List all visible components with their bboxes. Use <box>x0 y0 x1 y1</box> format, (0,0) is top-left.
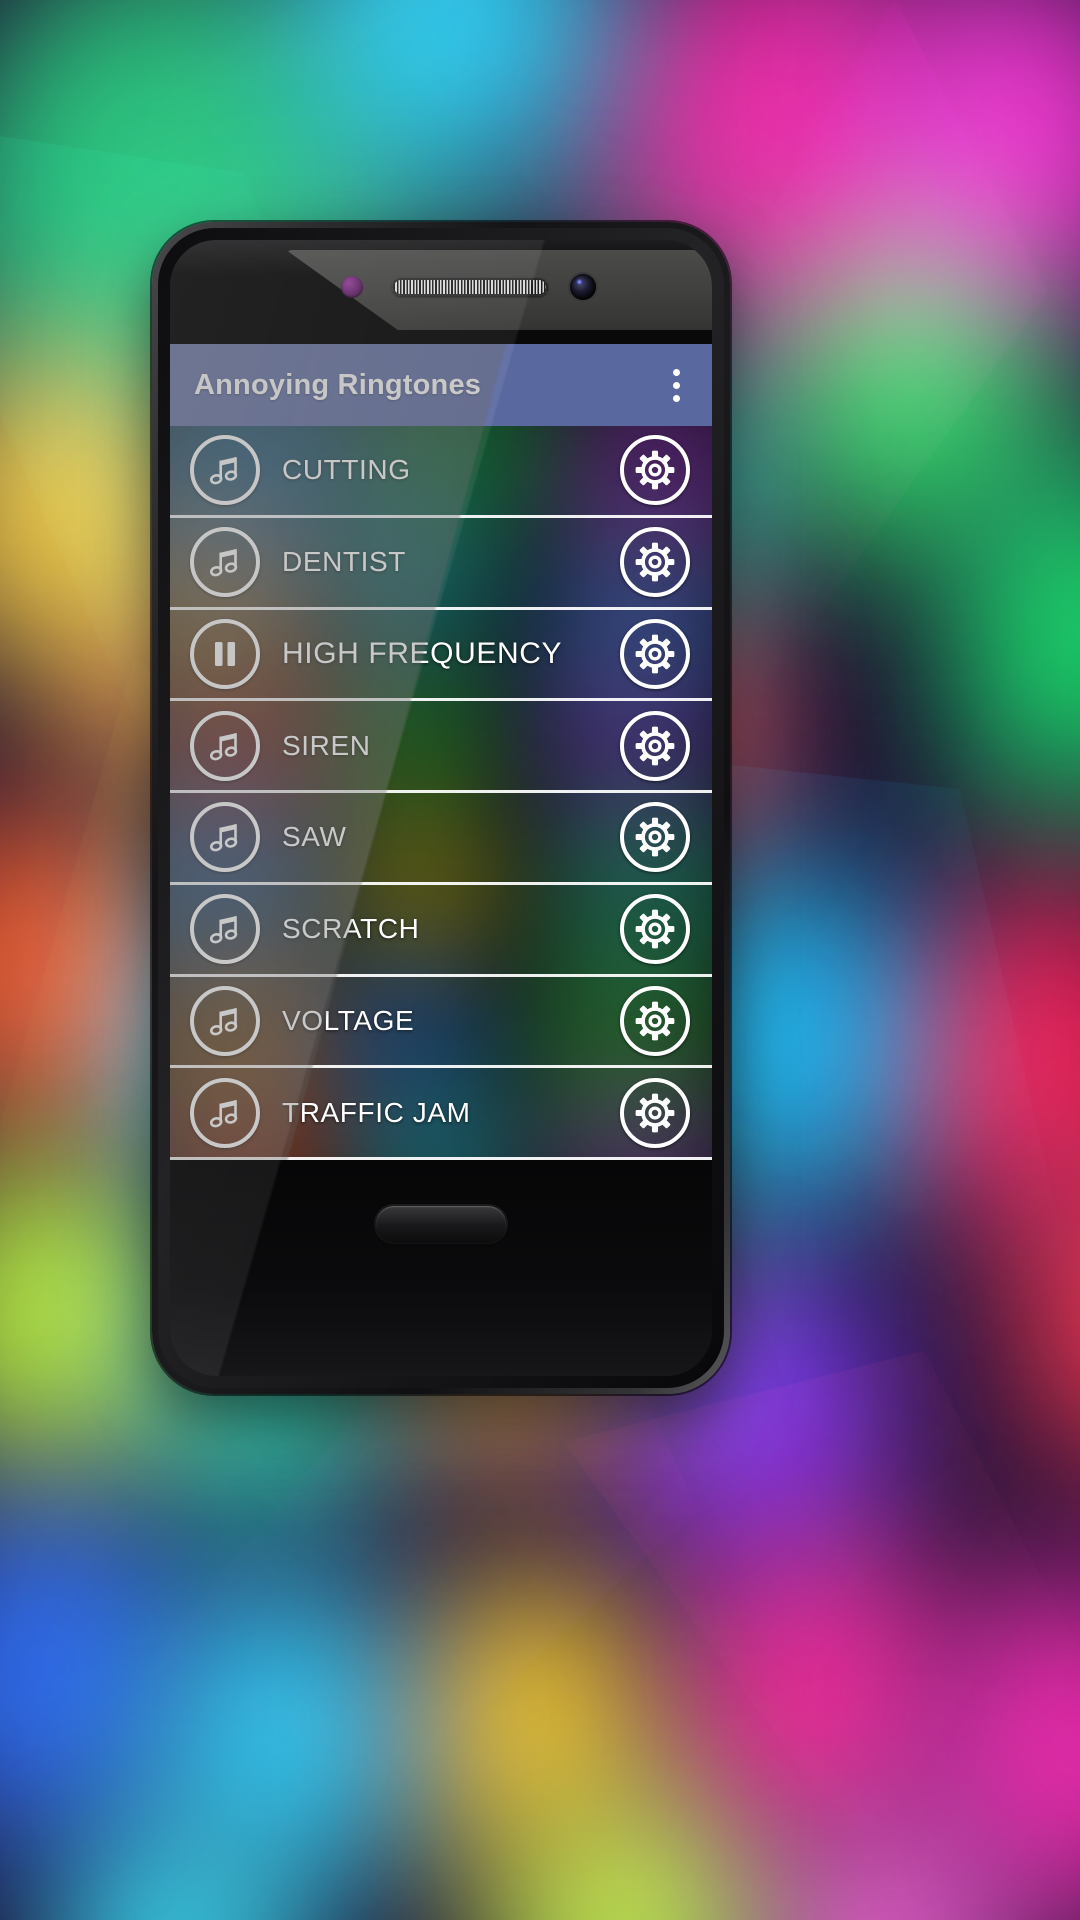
gear-icon[interactable] <box>620 710 690 781</box>
music-note-icon[interactable] <box>190 802 260 873</box>
ringtone-label: HIGH FREQUENCY <box>282 636 563 670</box>
music-note-icon[interactable] <box>190 985 260 1056</box>
home-button[interactable] <box>376 1206 506 1242</box>
gear-icon[interactable] <box>620 618 690 689</box>
app-root: Annoying Ringtones CUTTING DENTIST HIGH FR… <box>170 344 712 1160</box>
app-bar: Annoying Ringtones <box>170 344 712 426</box>
music-note-icon[interactable] <box>190 894 260 965</box>
ringtone-label: VOLTAGE <box>282 1004 415 1036</box>
gear-icon[interactable] <box>620 527 690 598</box>
music-note-icon[interactable] <box>190 710 260 781</box>
phone-top-hardware <box>170 240 712 344</box>
pause-icon[interactable] <box>190 618 260 689</box>
ringtone-label: CUTTING <box>282 454 411 486</box>
gear-icon[interactable] <box>620 1077 690 1148</box>
ringtone-label: SIREN <box>282 729 371 761</box>
ringtone-rows: CUTTING DENTIST HIGH FREQUENCY SIREN SAW SCRA… <box>170 426 712 1160</box>
kebab-dot <box>672 394 680 402</box>
gear-icon[interactable] <box>620 894 690 965</box>
earpiece-speaker-icon <box>392 278 548 296</box>
ringtone-row[interactable]: CUTTING <box>170 426 712 518</box>
phone-mockup: Annoying Ringtones CUTTING DENTIST HIGH FR… <box>152 222 730 1394</box>
ringtone-row[interactable]: VOLTAGE <box>170 977 712 1069</box>
ringtone-row[interactable]: SAW <box>170 793 712 885</box>
gear-icon[interactable] <box>620 435 690 506</box>
ringtone-label: SAW <box>282 821 347 853</box>
phone-bezel: Annoying Ringtones CUTTING DENTIST HIGH FR… <box>170 240 712 1376</box>
music-note-icon[interactable] <box>190 435 260 506</box>
gear-icon[interactable] <box>620 802 690 873</box>
kebab-dot <box>672 381 680 389</box>
ringtone-label: DENTIST <box>282 546 406 578</box>
kebab-menu-icon[interactable] <box>658 359 694 411</box>
gear-icon[interactable] <box>620 985 690 1056</box>
proximity-sensor-icon <box>341 276 363 298</box>
music-note-icon[interactable] <box>190 1077 260 1148</box>
ringtone-row[interactable]: DENTIST <box>170 518 712 610</box>
ringtone-row[interactable]: SCRATCH <box>170 885 712 977</box>
ringtone-label: TRAFFIC JAM <box>282 1096 471 1128</box>
front-camera-icon <box>570 274 596 300</box>
ringtone-row[interactable]: TRAFFIC JAM <box>170 1068 712 1160</box>
ringtone-row[interactable]: HIGH FREQUENCY <box>170 610 712 702</box>
kebab-dot <box>672 368 680 376</box>
ringtone-list[interactable]: CUTTING DENTIST HIGH FREQUENCY SIREN SAW SCRA… <box>170 426 712 1160</box>
phone-bottom-hardware <box>170 1160 712 1376</box>
ringtone-row[interactable]: SIREN <box>170 701 712 793</box>
phone-screen: Annoying Ringtones CUTTING DENTIST HIGH FR… <box>170 344 712 1160</box>
page-title: Annoying Ringtones <box>194 368 482 401</box>
music-note-icon[interactable] <box>190 527 260 598</box>
ringtone-label: SCRATCH <box>282 913 420 945</box>
